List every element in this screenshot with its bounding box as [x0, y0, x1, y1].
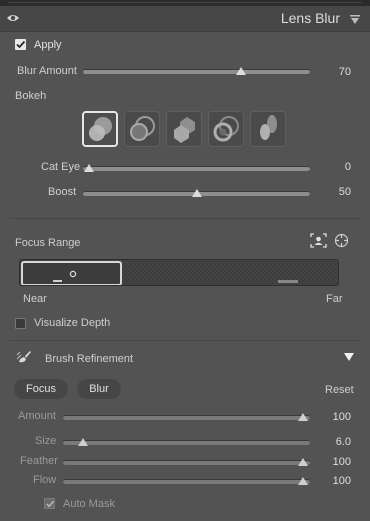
amount-slider-track[interactable]: [63, 415, 310, 420]
blur-amount-label: Blur Amount: [17, 65, 77, 77]
cat-eye-slider-track[interactable]: [83, 166, 310, 171]
cat-eye-slider-thumb[interactable]: [84, 164, 94, 172]
depth-marker: [278, 280, 298, 283]
blur-brush-button[interactable]: Blur: [77, 379, 121, 399]
apply-label: Apply: [34, 39, 62, 51]
subject-focus-icon[interactable]: [310, 233, 327, 248]
focus-point-icon: [69, 270, 77, 278]
eye-icon[interactable]: [6, 13, 20, 23]
panel-header[interactable]: Lens Blur: [0, 6, 370, 32]
bokeh-cat-eye-button[interactable]: [250, 111, 286, 147]
bokeh-label: Bokeh: [15, 90, 47, 102]
brush-icon: [16, 351, 31, 363]
feather-slider-thumb[interactable]: [298, 458, 308, 466]
feather-value[interactable]: 100: [311, 456, 351, 468]
brush-refinement-label[interactable]: Brush Refinement: [45, 353, 133, 365]
amount-label: Amount: [18, 410, 56, 422]
boost-value[interactable]: 50: [311, 186, 351, 198]
cat-eye-value[interactable]: 0: [311, 161, 351, 173]
checkmark-icon: [16, 40, 26, 49]
apply-checkbox[interactable]: [15, 39, 26, 50]
flow-slider-thumb[interactable]: [298, 477, 308, 485]
bokeh-cat-eye-icon: [260, 115, 277, 140]
boost-slider-thumb[interactable]: [192, 189, 202, 197]
bokeh-soap-bubble-button[interactable]: [124, 111, 160, 147]
flow-label: Flow: [33, 474, 57, 486]
far-label: Far: [326, 293, 343, 305]
size-slider-thumb[interactable]: [78, 438, 88, 446]
boost-label: Boost: [48, 186, 77, 198]
blur-amount-value[interactable]: 70: [311, 66, 351, 78]
blur-amount-slider-track[interactable]: [83, 69, 310, 74]
bokeh-circle-button[interactable]: [82, 111, 118, 147]
cat-eye-label: Cat Eye: [41, 161, 81, 173]
flow-slider-track[interactable]: [63, 479, 310, 484]
feather-label: Feather: [20, 455, 58, 467]
size-slider-track[interactable]: [63, 440, 310, 445]
feather-slider-track[interactable]: [63, 460, 310, 465]
amount-slider-thumb[interactable]: [298, 413, 308, 421]
panel-title: Lens Blur: [280, 10, 340, 26]
reset-button[interactable]: Reset: [325, 384, 354, 396]
size-label: Size: [35, 435, 57, 447]
blur-amount-slider-thumb[interactable]: [236, 67, 246, 75]
auto-mask-checkbox[interactable]: [44, 498, 55, 509]
checkmark-icon: [46, 500, 55, 508]
focus-range-label: Focus Range: [15, 237, 81, 249]
focus-brush-button[interactable]: Focus: [14, 379, 68, 399]
flow-value[interactable]: 100: [311, 475, 351, 487]
bokeh-blade-button[interactable]: [166, 111, 202, 147]
near-label: Near: [23, 293, 47, 305]
size-value[interactable]: 6.0: [311, 436, 351, 448]
bokeh-circle-icon: [89, 117, 112, 141]
visualize-depth-label: Visualize Depth: [34, 317, 111, 329]
section-divider: [10, 340, 360, 341]
visualize-depth-checkbox[interactable]: [15, 318, 26, 329]
focus-range-bar[interactable]: [19, 259, 339, 286]
collapse-triangle-icon[interactable]: [350, 15, 360, 25]
bokeh-ring-button[interactable]: [208, 111, 244, 147]
depth-marker: [53, 280, 62, 282]
section-divider: [10, 218, 360, 219]
bokeh-blade-icon: [174, 117, 195, 143]
point-focus-icon[interactable]: [334, 233, 349, 248]
expand-triangle-icon[interactable]: [344, 352, 354, 362]
lens-blur-panel: Lens Blur Apply Blur Amount 70 Bokeh Cat…: [0, 0, 370, 521]
focus-range-selection[interactable]: [21, 261, 122, 285]
bokeh-ring-icon: [213, 116, 239, 142]
amount-value[interactable]: 100: [311, 411, 351, 423]
auto-mask-label: Auto Mask: [63, 498, 115, 510]
bokeh-soap-bubble-icon: [130, 116, 155, 141]
